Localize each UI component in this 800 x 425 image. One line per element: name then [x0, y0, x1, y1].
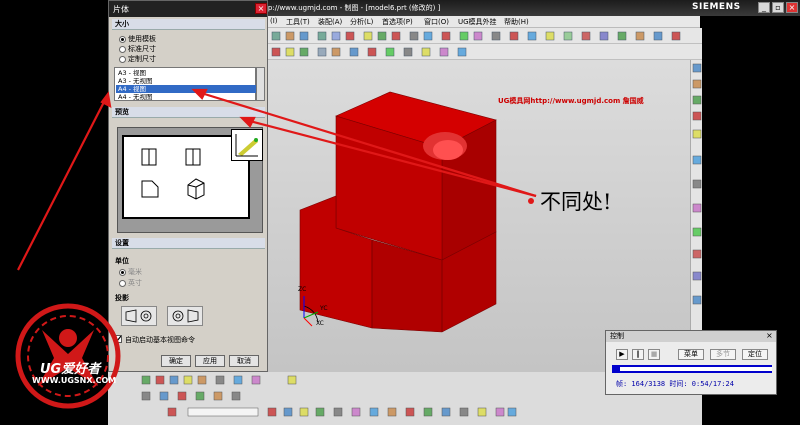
- annotation-label: 不同处!: [540, 190, 612, 214]
- logo-site: WWW.UGSNX.COM: [32, 376, 117, 385]
- logo-name: UG爱好者: [40, 362, 101, 377]
- ug-logo: [15, 303, 121, 409]
